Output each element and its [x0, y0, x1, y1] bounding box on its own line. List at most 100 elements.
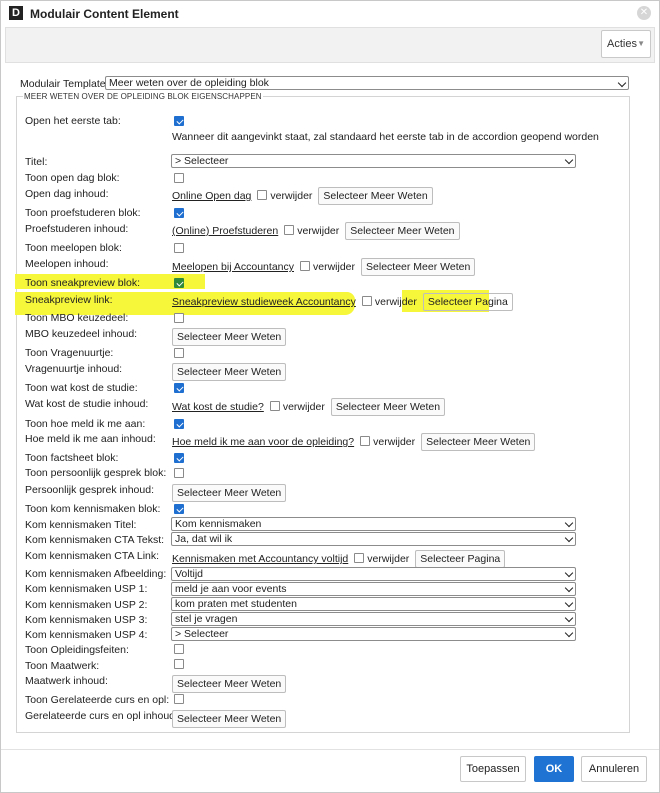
toon-gerelateerde-label: Toon Gerelateerde curs en opl:: [25, 694, 170, 706]
sneakpreview-link[interactable]: Sneakpreview studieweek Accountancy: [172, 296, 356, 308]
hoe-meld-select-button[interactable]: Selecteer Meer Weten: [421, 433, 536, 451]
chevron-down-icon: [564, 518, 574, 528]
toon-vragenuurtje-checkbox[interactable]: [174, 348, 184, 358]
open-dag-link[interactable]: Online Open dag: [172, 190, 251, 202]
toon-open-dag-checkbox[interactable]: [174, 173, 184, 183]
toon-mbo-checkbox[interactable]: [174, 313, 184, 323]
remove-checkbox[interactable]: [354, 553, 365, 563]
toon-wat-kost-checkbox[interactable]: [174, 383, 184, 393]
toon-gerelateerde-checkbox[interactable]: [174, 694, 184, 704]
proefstuderen-link[interactable]: (Online) Proefstuderen: [172, 225, 278, 237]
meelopen-link[interactable]: Meelopen bij Accountancy: [172, 261, 294, 273]
hoe-meld-inhoud-row: Hoe meld ik me aan voor de opleiding? ve…: [172, 433, 536, 451]
kom-cta-select-button[interactable]: Selecteer Pagina: [415, 550, 506, 568]
toon-meelopen-label: Toon meelopen blok:: [25, 242, 122, 254]
mbo-inhoud-row: Selecteer Meer Weten: [172, 328, 287, 346]
vragenuurtje-inhoud-label: Vragenuurtje inhoud:: [25, 363, 123, 375]
chevron-down-icon: [617, 78, 627, 88]
remove-checkbox[interactable]: [269, 401, 280, 411]
chevron-down-icon: [564, 583, 574, 593]
wat-kost-remove[interactable]: verwijder: [269, 401, 325, 413]
kom-usp1-select[interactable]: meld je aan voor events: [171, 582, 576, 596]
remove-checkbox[interactable]: [300, 261, 310, 271]
ok-button[interactable]: OK: [534, 756, 574, 782]
sneakpreview-remove[interactable]: verwijder: [361, 296, 417, 308]
wat-kost-inhoud-label: Wat kost de studie inhoud:: [25, 398, 149, 410]
close-icon[interactable]: ✕: [637, 6, 651, 20]
apply-button[interactable]: Toepassen: [460, 756, 526, 782]
toon-sneakpreview-checkbox[interactable]: [174, 278, 184, 288]
wat-kost-select-button[interactable]: Selecteer Meer Weten: [330, 398, 446, 416]
kom-cta-link-label: Kom kennismaken CTA Link:: [25, 550, 160, 562]
kom-cta-link-row: Kennismaken met Accountancy voltijd verw…: [172, 550, 506, 568]
kom-afbeelding-select[interactable]: Voltijd: [171, 567, 576, 581]
kom-usp2-label: Kom kennismaken USP 2:: [25, 599, 148, 611]
toon-meelopen-checkbox[interactable]: [174, 243, 184, 253]
meelopen-select-button[interactable]: Selecteer Meer Weten: [361, 258, 476, 276]
chevron-down-icon: ▼: [637, 39, 645, 48]
kom-cta-link[interactable]: Kennismaken met Accountancy voltijd: [172, 553, 348, 565]
kom-titel-value: Kom kennismaken: [175, 518, 262, 530]
template-select[interactable]: Meer weten over de opleiding blok: [105, 76, 629, 90]
kom-cta-remove[interactable]: verwijder: [354, 553, 409, 565]
toon-factsheet-checkbox[interactable]: [174, 453, 184, 463]
remove-checkbox[interactable]: [257, 190, 268, 200]
proefstuderen-remove[interactable]: verwijder: [284, 225, 339, 237]
toon-maatwerk-checkbox[interactable]: [174, 659, 184, 669]
toon-persoonlijk-checkbox[interactable]: [174, 468, 184, 478]
kom-usp2-select[interactable]: kom praten met studenten: [171, 597, 576, 611]
maatwerk-select-button[interactable]: Selecteer Meer Weten: [172, 675, 287, 693]
mbo-inhoud-label: MBO keuzedeel inhoud:: [25, 328, 138, 340]
kom-cta-tekst-value: Ja, dat wil ik: [175, 533, 233, 545]
sneakpreview-link-label: Sneakpreview link:: [25, 294, 113, 306]
open-dag-inhoud-label: Open dag inhoud:: [25, 188, 109, 200]
toon-proefstuderen-checkbox[interactable]: [174, 208, 184, 218]
wat-kost-link[interactable]: Wat kost de studie?: [172, 401, 264, 413]
remove-checkbox[interactable]: [284, 225, 295, 235]
kom-titel-select[interactable]: Kom kennismaken: [171, 517, 576, 531]
toon-kom-kennismaken-label: Toon kom kennismaken blok:: [25, 503, 161, 515]
toon-wat-kost-label: Toon wat kost de studie:: [25, 382, 138, 394]
meelopen-inhoud-row: Meelopen bij Accountancy verwijder Selec…: [172, 258, 476, 276]
kom-usp3-select[interactable]: stel je vragen: [171, 612, 576, 626]
persoonlijk-select-button[interactable]: Selecteer Meer Weten: [172, 484, 287, 502]
proefstuderen-select-button[interactable]: Selecteer Meer Weten: [345, 222, 460, 240]
titel-label: Titel:: [25, 156, 48, 168]
remove-checkbox[interactable]: [360, 436, 371, 446]
toon-kom-kennismaken-checkbox[interactable]: [174, 504, 184, 514]
kom-titel-label: Kom kennismaken Titel:: [25, 519, 137, 531]
open-first-tab-label: Open het eerste tab:: [25, 115, 121, 127]
hoe-meld-remove[interactable]: verwijder: [360, 436, 415, 448]
meelopen-remove[interactable]: verwijder: [300, 261, 355, 273]
open-dag-remove[interactable]: verwijder: [257, 190, 312, 202]
toon-sneakpreview-label: Toon sneakpreview blok:: [25, 277, 140, 289]
acties-dropdown[interactable]: Acties ▼: [601, 30, 651, 58]
gerelateerde-inhoud-row: Selecteer Meer Weten: [172, 710, 287, 728]
toon-hoe-meld-checkbox[interactable]: [174, 419, 184, 429]
remove-checkbox[interactable]: [361, 296, 372, 306]
hoe-meld-link[interactable]: Hoe meld ik me aan voor de opleiding?: [172, 436, 354, 448]
kom-cta-tekst-select[interactable]: Ja, dat wil ik: [171, 532, 576, 546]
kom-usp4-select[interactable]: > Selecteer: [171, 627, 576, 641]
chevron-down-icon: [564, 598, 574, 608]
cancel-button[interactable]: Annuleren: [581, 756, 647, 782]
open-first-tab-help: Wanneer dit aangevinkt staat, zal standa…: [172, 131, 599, 143]
template-label: Modulair Template:: [20, 78, 109, 90]
toon-mbo-label: Toon MBO keuzedeel:: [25, 312, 129, 324]
open-dag-select-button[interactable]: Selecteer Meer Weten: [318, 187, 433, 205]
footer-divider: [1, 749, 659, 750]
gerelateerde-select-button[interactable]: Selecteer Meer Weten: [172, 710, 287, 728]
toon-opleidingsfeiten-checkbox[interactable]: [174, 644, 184, 654]
chevron-down-icon: [564, 533, 574, 543]
vragenuurtje-select-button[interactable]: Selecteer Meer Weten: [172, 363, 287, 381]
kom-afbeelding-label: Kom kennismaken Afbeelding:: [25, 568, 167, 580]
maatwerk-inhoud-row: Selecteer Meer Weten: [172, 675, 287, 693]
open-first-tab-checkbox[interactable]: [174, 116, 184, 126]
titel-select[interactable]: > Selecteer: [171, 154, 576, 168]
persoonlijk-inhoud-label: Persoonlijk gesprek inhoud:: [25, 484, 154, 496]
mbo-select-button[interactable]: Selecteer Meer Weten: [172, 328, 287, 346]
sneakpreview-link-row: Sneakpreview studieweek Accountancy verw…: [172, 293, 513, 311]
gerelateerde-inhoud-label: Gerelateerde curs en opl inhoud:: [25, 710, 178, 722]
kom-usp4-label: Kom kennismaken USP 4:: [25, 629, 148, 641]
sneakpreview-select-button[interactable]: Selecteer Pagina: [422, 293, 513, 311]
